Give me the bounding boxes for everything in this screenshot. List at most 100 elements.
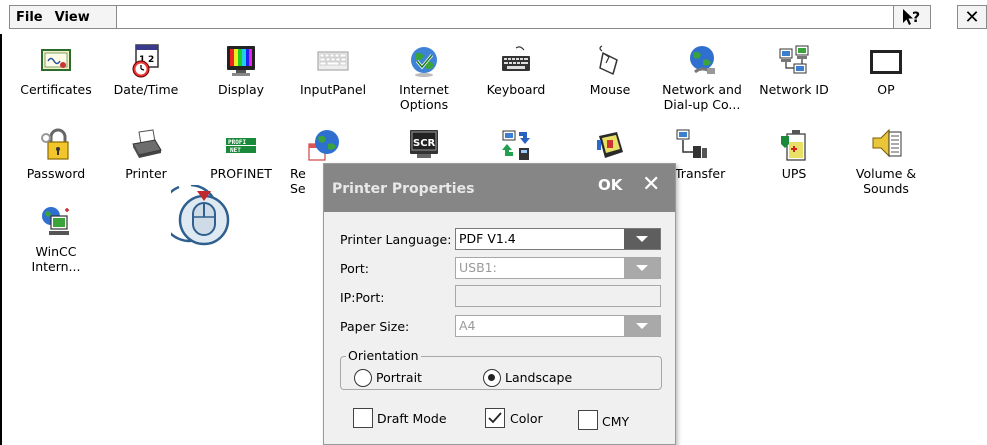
icon-label: Volume & Sounds [855, 166, 917, 196]
icon-label: InputPanel [299, 82, 367, 97]
port-label: Port: [340, 261, 369, 276]
icon-network-id[interactable]: Network ID [748, 44, 840, 97]
close-button[interactable]: ✕ [957, 5, 987, 29]
icon-ups[interactable]: UPS [748, 128, 840, 181]
dialog-title-bar: Printer Properties OK ✕ [324, 164, 675, 212]
draft-mode-checkbox[interactable] [353, 408, 373, 428]
icon-sound-device[interactable] [564, 128, 656, 166]
menu-view[interactable]: View [49, 10, 96, 25]
checkmark-icon [488, 412, 502, 424]
icon-profinet[interactable]: PROFI NET PROFINET [195, 128, 287, 181]
svg-text:NET: NET [230, 147, 241, 154]
menu-bar-spacer [117, 5, 893, 29]
cmy-label: CMY [602, 414, 630, 429]
printer-language-value: PDF V1.4 [459, 231, 516, 246]
keyboard-panel-icon [316, 44, 350, 78]
icon-wincc-internet[interactable]: WinCC Intern... [10, 206, 102, 274]
icon-label: Internet Options [399, 82, 449, 112]
icon-inputpanel[interactable]: InputPanel [287, 44, 379, 97]
calendar-clock-icon: 1 2 [129, 44, 163, 78]
icon-transfer-arrows[interactable] [470, 128, 562, 166]
printer-language-dropdown[interactable]: PDF V1.4 [455, 228, 661, 250]
icon-label: Transfer [675, 166, 726, 181]
help-arrow-question-icon: ? [903, 9, 920, 26]
padlock-key-icon [39, 128, 73, 162]
printer-properties-dialog: Printer Properties OK ✕ Printer Language… [323, 163, 676, 445]
icon-keyboard[interactable]: Keyboard [470, 44, 562, 97]
ok-button[interactable]: OK [598, 176, 622, 194]
scr-icon: SCR [407, 128, 441, 162]
paper-size-label: Paper Size: [340, 319, 410, 334]
icon-label: PROFINET [210, 166, 272, 181]
speaker-icon [869, 128, 903, 162]
icon-label: OP [877, 82, 895, 97]
paper-size-dropdown[interactable]: A4 [455, 315, 661, 337]
port-dropdown[interactable]: USB1: [455, 257, 661, 279]
icon-label: Certificates [20, 82, 92, 97]
dialog-title: Printer Properties [332, 181, 475, 197]
device-icon [593, 128, 627, 162]
portrait-label: Portrait [376, 370, 422, 385]
icon-label: Network ID [759, 82, 829, 97]
menu-file[interactable]: File [10, 10, 49, 25]
landscape-label: Landscape [505, 370, 573, 385]
icon-label: Keyboard [486, 82, 546, 97]
icon-display[interactable]: Display [195, 44, 287, 97]
icon-op[interactable]: OP [840, 44, 932, 97]
ups-battery-icon [777, 128, 811, 162]
landscape-radio[interactable] [483, 369, 501, 387]
icon-printer[interactable]: Printer [100, 128, 192, 181]
menu-group: File View [9, 5, 117, 29]
icon-certificates[interactable]: Certificates [10, 44, 102, 97]
color-label: Color [510, 411, 543, 426]
icon-label: WinCC Intern... [31, 244, 81, 274]
chevron-down-icon[interactable] [624, 258, 660, 278]
svg-text:?: ? [912, 10, 920, 26]
icon-network-dialup[interactable]: Network and Dial-up Co... [656, 44, 748, 112]
icon-screensaver[interactable]: SCR [378, 128, 470, 166]
op-panel-icon [869, 44, 903, 78]
monitor-icon [224, 44, 258, 78]
dialog-close-button[interactable]: ✕ [642, 172, 660, 197]
profinet-icon: PROFI NET [224, 128, 258, 162]
transfer-computer-icon [675, 128, 709, 162]
touch-pointer-icon [160, 183, 237, 251]
icon-label: Printer [125, 166, 167, 181]
menu-bar: File View ? ✕ [0, 0, 987, 34]
ipport-label: IP:Port: [340, 290, 385, 305]
color-checkbox[interactable] [485, 408, 505, 428]
icon-volume-sounds[interactable]: Volume & Sounds [840, 128, 932, 196]
ipport-field[interactable] [455, 285, 661, 307]
icon-date-time[interactable]: 1 2 Date/Time [100, 44, 192, 97]
icon-label: Mouse [589, 82, 631, 97]
paper-size-value: A4 [459, 318, 476, 333]
chevron-down-icon[interactable] [624, 229, 660, 249]
icon-internet-options[interactable]: Internet Options [378, 44, 470, 112]
icon-label: Password [26, 166, 86, 181]
keyboard-icon [499, 44, 533, 78]
transfer-arrows-icon [499, 128, 533, 162]
certificate-icon [39, 44, 73, 78]
icon-password[interactable]: Password [10, 128, 102, 181]
regional-globe-calendar-icon [307, 128, 341, 162]
portrait-radio[interactable] [354, 369, 372, 387]
chevron-down-icon[interactable] [624, 316, 660, 336]
svg-text:2: 2 [148, 55, 154, 65]
help-button[interactable]: ? [893, 5, 931, 29]
network-globe-icon [685, 44, 719, 78]
svg-text:SCR: SCR [413, 138, 436, 149]
printer-language-label: Printer Language: [340, 232, 452, 247]
radio-selected-dot [488, 374, 495, 381]
port-value: USB1: [459, 260, 497, 275]
globe-check-icon [407, 44, 441, 78]
draft-mode-label: Draft Mode [377, 411, 447, 426]
wincc-computer-globe-icon [39, 206, 73, 240]
orientation-label: Orientation [346, 348, 421, 363]
icon-mouse[interactable]: Mouse [564, 44, 656, 97]
printer-icon [129, 128, 163, 162]
svg-text:PROFI: PROFI [228, 139, 246, 146]
icon-label: Network and Dial-up Co... [662, 82, 742, 112]
icon-label: Display [217, 82, 265, 97]
cmy-checkbox[interactable] [578, 410, 598, 430]
mouse-icon [593, 44, 627, 78]
